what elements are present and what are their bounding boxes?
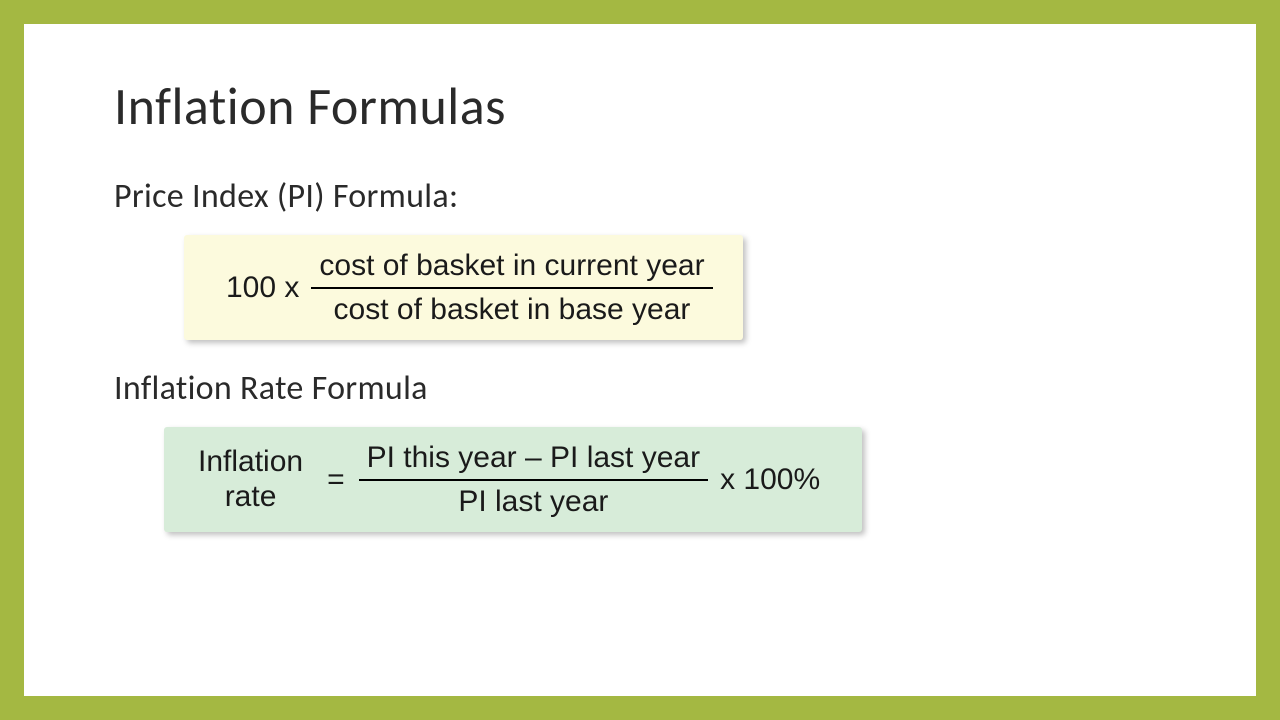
pi-numerator: cost of basket in current year bbox=[311, 247, 712, 289]
inflation-rate-formula-box: Inflation rate = PI this year – PI last … bbox=[164, 427, 862, 532]
price-index-formula-box: 100 x cost of basket in current year cos… bbox=[184, 235, 743, 340]
inflation-suffix: x 100% bbox=[708, 463, 832, 497]
slide: Inflation Formulas Price Index (PI) Form… bbox=[24, 24, 1256, 696]
inflation-denominator: PI last year bbox=[450, 481, 616, 521]
inflation-rate-heading: Inflation Rate Formula bbox=[114, 368, 1166, 409]
pi-denominator: cost of basket in base year bbox=[326, 289, 699, 329]
price-index-heading: Price Index (PI) Formula: bbox=[114, 176, 1166, 217]
inflation-label-line1: Inflation bbox=[198, 445, 303, 480]
pi-fraction: cost of basket in current year cost of b… bbox=[311, 247, 712, 328]
inflation-label: Inflation rate bbox=[194, 445, 313, 514]
pi-prefix: 100 x bbox=[214, 271, 311, 305]
inflation-fraction: PI this year – PI last year PI last year bbox=[359, 439, 708, 520]
equals-sign: = bbox=[313, 463, 359, 497]
inflation-label-line2: rate bbox=[225, 480, 277, 515]
inflation-numerator: PI this year – PI last year bbox=[359, 439, 708, 481]
slide-title: Inflation Formulas bbox=[114, 74, 1166, 138]
